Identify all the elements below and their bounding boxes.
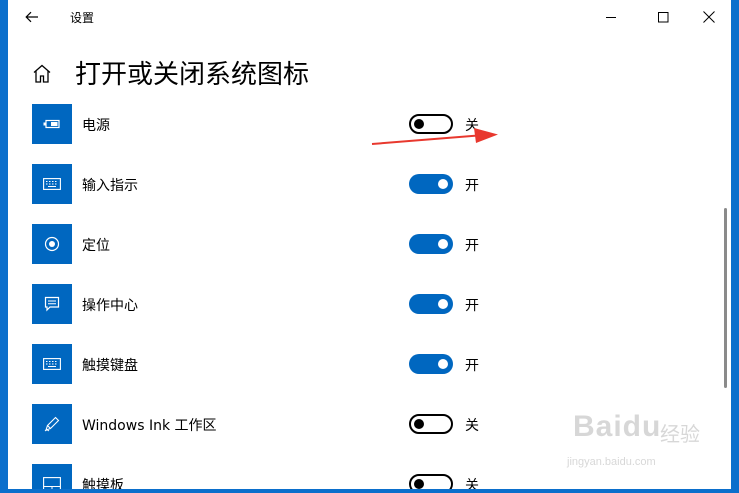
list-item-input-indicator: 输入指示 开: [32, 164, 492, 204]
maximize-button[interactable]: [640, 0, 686, 34]
toggle-knob: [438, 239, 448, 249]
watermark-url: jingyan.baidu.com: [567, 456, 656, 468]
item-icon-tile: [32, 104, 72, 144]
item-label: Windows Ink 工作区: [82, 418, 217, 434]
window-title: 设置: [70, 11, 95, 25]
item-icon-tile: [32, 464, 72, 489]
toggle-knob: [438, 359, 448, 369]
toggle-knob: [414, 479, 424, 489]
item-icon-tile: [32, 164, 72, 204]
action-center-toggle[interactable]: [409, 294, 453, 314]
window-frame-left: [0, 0, 8, 493]
action-center-icon: [44, 296, 60, 312]
touch-keyboard-toggle[interactable]: [409, 354, 453, 374]
list-item-touch-keyboard: 触摸键盘 开: [32, 344, 492, 384]
list-item-touchpad: 触摸板 关: [32, 464, 492, 489]
item-label: 操作中心: [82, 298, 138, 314]
baidu-watermark: Baidu 经验 jingyan.baidu.com: [563, 410, 713, 472]
item-icon-tile: [32, 284, 72, 324]
toggle-state-label: 关: [465, 478, 479, 489]
list-item-action-center: 操作中心 开: [32, 284, 492, 324]
close-icon: [703, 11, 715, 23]
list-item-location: 定位 开: [32, 224, 492, 264]
watermark-suffix: 经验: [660, 422, 700, 446]
toggle-state-label: 开: [465, 298, 479, 314]
red-arrow-annotation: [371, 128, 498, 145]
item-label: 定位: [82, 238, 110, 254]
windows-ink-toggle[interactable]: [409, 414, 453, 434]
scrollbar-thumb[interactable]: [724, 208, 727, 388]
window-frame-right: [731, 0, 739, 493]
touchpad-toggle[interactable]: [409, 474, 453, 489]
touchpad-icon: [43, 477, 61, 489]
toggle-state-label: 关: [465, 418, 479, 434]
toggle-knob: [438, 299, 448, 309]
item-label: 电源: [82, 118, 110, 134]
back-button[interactable]: [18, 4, 46, 30]
home-button[interactable]: [32, 63, 52, 85]
toggle-knob: [438, 179, 448, 189]
location-icon: [44, 236, 60, 252]
item-label: 触摸键盘: [82, 358, 138, 374]
watermark-brand: Baidu: [573, 410, 662, 443]
item-icon-tile: [32, 344, 72, 384]
location-toggle[interactable]: [409, 234, 453, 254]
minimize-button[interactable]: [588, 0, 634, 34]
keyboard-icon: [43, 178, 61, 190]
home-icon: [33, 64, 51, 83]
touch-keyboard-icon: [43, 358, 61, 370]
window-frame-bottom: [0, 489, 739, 493]
item-icon-tile: [32, 224, 72, 264]
toggle-state-label: 开: [465, 238, 479, 254]
input-indicator-toggle[interactable]: [409, 174, 453, 194]
item-icon-tile: [32, 404, 72, 444]
battery-icon: [43, 119, 60, 129]
page-title: 打开或关闭系统图标: [75, 60, 310, 90]
toggle-state-label: 开: [465, 358, 479, 374]
close-button[interactable]: [686, 0, 731, 34]
maximize-icon: [657, 11, 668, 22]
list-item-windows-ink: Windows Ink 工作区 关: [32, 404, 492, 444]
title-bar: 设置: [8, 0, 731, 34]
settings-window: 设置 打开或关闭系统图标 电源 关 输入指示 开 定位 开 操作中心 开 触摸键…: [8, 0, 731, 489]
item-label: 触摸板: [82, 478, 124, 489]
toggle-state-label: 开: [465, 178, 479, 194]
toggle-knob: [414, 419, 424, 429]
back-arrow-icon: [25, 11, 38, 23]
pen-icon: [44, 416, 60, 432]
minimize-icon: [605, 16, 616, 18]
item-label: 输入指示: [82, 178, 138, 194]
